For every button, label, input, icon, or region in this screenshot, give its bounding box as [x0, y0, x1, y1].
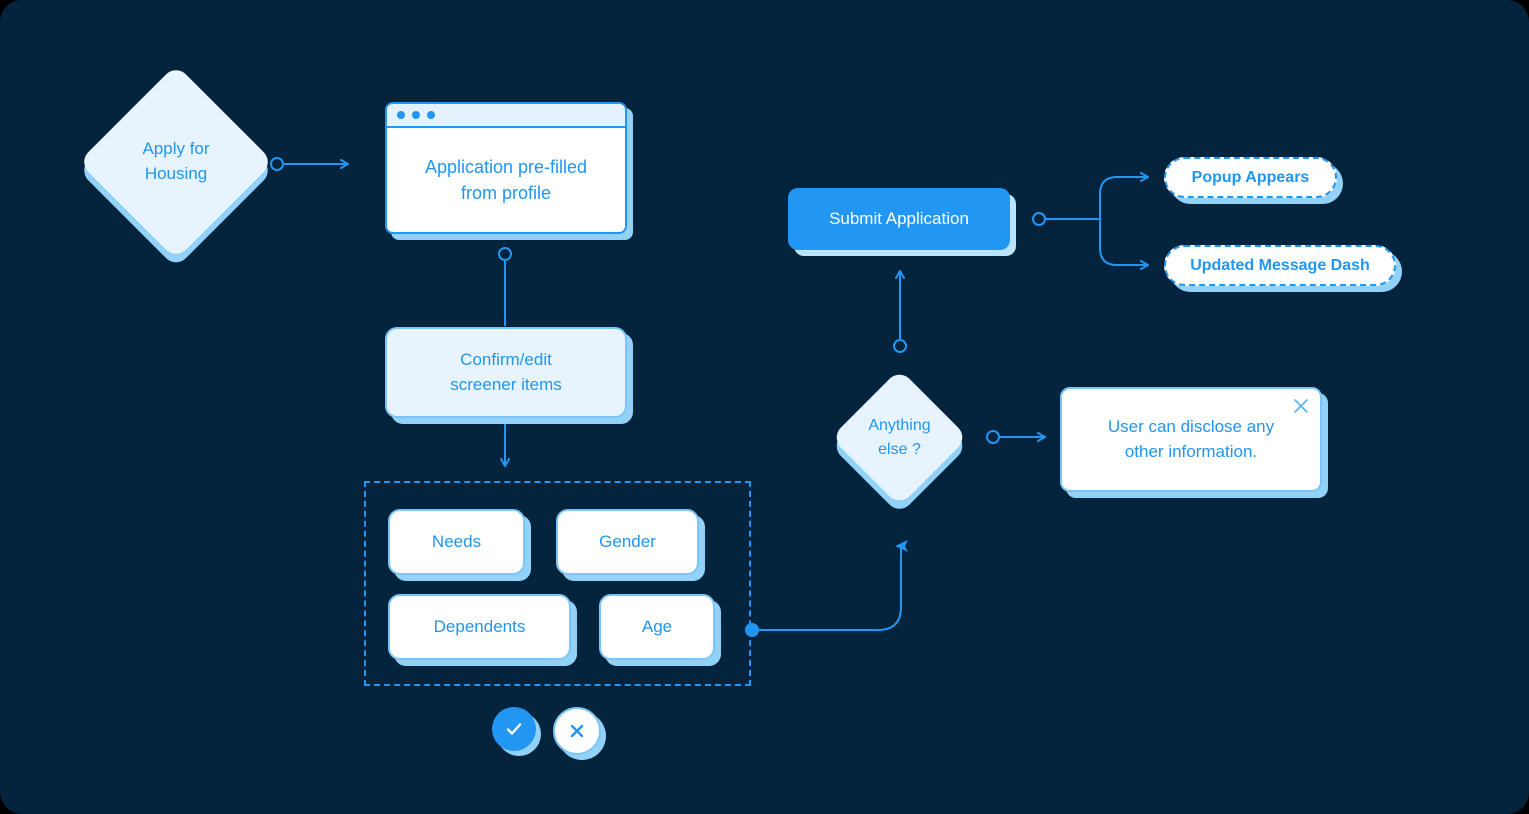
screener-card-dependents[interactable]: Dependents	[388, 594, 571, 660]
node-label-line2: Housing	[144, 164, 208, 183]
node-label-line2: screener items	[450, 374, 562, 394]
window-dot-maximize-icon	[427, 111, 435, 119]
window-body: Application pre-filled from profile	[387, 128, 625, 232]
window-text-line2: from profile	[460, 183, 552, 203]
card-label: Needs	[431, 532, 482, 551]
check-icon	[506, 723, 522, 735]
screener-card-gender[interactable]: Gender	[556, 509, 699, 575]
reject-button[interactable]	[553, 707, 601, 755]
tooltip-text: User can disclose any other information.	[1062, 389, 1320, 490]
close-icon	[570, 724, 584, 738]
node-user-can-disclose-tooltip[interactable]: User can disclose any other information.	[1060, 387, 1322, 492]
tooltip-line2: other information.	[1124, 441, 1258, 461]
node-label-line1: Apply for	[142, 139, 210, 159]
card-label: Age	[641, 617, 673, 636]
screener-card-age[interactable]: Age	[599, 594, 715, 660]
edge-prefilled-to-confirm	[498, 247, 512, 326]
window-dot-minimize-icon	[412, 111, 420, 119]
pill-label: Popup Appears	[1191, 168, 1310, 186]
node-application-prefilled-window[interactable]: Application pre-filled from profile	[385, 102, 627, 234]
node-confirm-edit-screener[interactable]: Confirm/edit screener items	[385, 327, 627, 418]
edge-anything-to-disclose	[986, 430, 1046, 444]
button-label: Submit Application	[829, 209, 969, 228]
node-popup-appears[interactable]: Popup Appears	[1164, 157, 1337, 198]
node-label-line1: Confirm/edit	[460, 349, 552, 369]
screener-card-needs[interactable]: Needs	[388, 509, 525, 575]
node-label-line2: else ?	[878, 440, 921, 458]
edge-screener-to-anything	[745, 540, 908, 637]
flowchart-canvas: Apply for Housing Application pre-filled…	[0, 0, 1529, 814]
card-label: Dependents	[433, 617, 526, 636]
close-icon	[1294, 399, 1308, 413]
screener-items-group: Needs Gender Dependents Age	[364, 481, 751, 686]
node-apply-for-housing[interactable]: Apply for Housing	[78, 64, 274, 269]
tooltip-close-button[interactable]	[1292, 397, 1310, 415]
edge-submit-split	[1032, 172, 1149, 270]
accept-button[interactable]	[492, 707, 536, 751]
pill-label: Updated Message Dash	[1190, 256, 1370, 274]
node-updated-message-dash[interactable]: Updated Message Dash	[1164, 245, 1396, 286]
window-title-bar	[387, 104, 625, 128]
window-dot-close-icon	[397, 111, 405, 119]
node-anything-else[interactable]: Anything else ?	[830, 368, 969, 515]
submit-application-button[interactable]: Submit Application	[788, 188, 1010, 250]
node-label: Anything else ?	[851, 389, 948, 486]
tooltip-line1: User can disclose any	[1107, 416, 1275, 436]
node-label-line1: Anything	[868, 417, 931, 435]
node-label: Apply for Housing	[107, 93, 245, 231]
window-text-line1: Application pre-filled	[424, 156, 588, 177]
card-label: Gender	[599, 532, 656, 551]
edge-anything-to-submit	[893, 270, 907, 353]
edge-apply-to-prefilled	[270, 157, 349, 171]
